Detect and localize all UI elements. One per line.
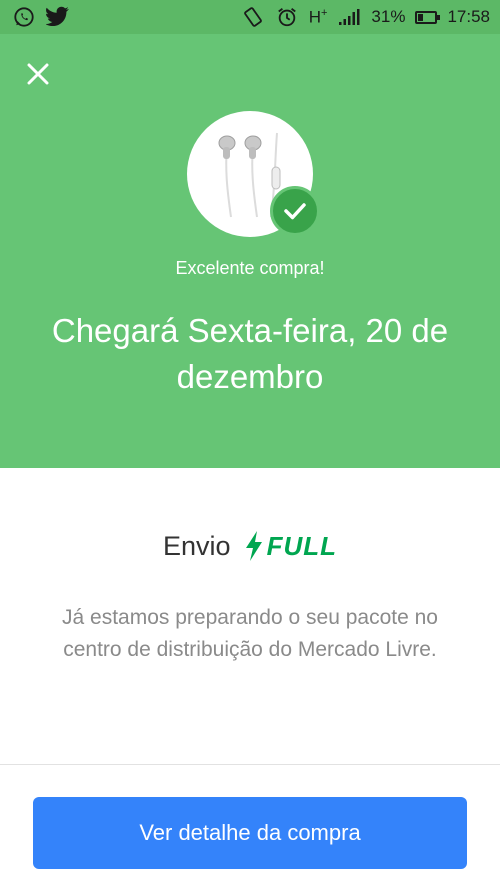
battery-percent: 31%: [371, 7, 406, 26]
full-logo: FULL: [243, 530, 337, 562]
battery-icon: [415, 10, 441, 24]
check-icon: [284, 203, 306, 220]
shipping-label: Envio: [163, 530, 231, 561]
signal-icon: [337, 5, 361, 29]
shipping-type: Envio FULL: [0, 530, 500, 562]
twitter-icon: [46, 5, 70, 29]
full-brand: FULL: [266, 530, 337, 561]
delivery-date-headline: Chegará Sexta-feira, 20 de dezembro: [51, 312, 449, 395]
success-badge: [270, 186, 320, 236]
clock: 17:58: [447, 7, 490, 26]
status-bar-right: H+ 31% 17:58: [241, 5, 490, 29]
status-bar: H+ 31% 17:58: [0, 0, 500, 34]
whatsapp-icon: [12, 5, 36, 29]
close-icon: [27, 63, 49, 85]
vibrate-icon: [241, 5, 265, 29]
battery-level: [418, 13, 424, 21]
network-type: H+: [308, 6, 328, 27]
purchase-subtitle: Excelente compra!: [175, 258, 325, 278]
divider: [0, 764, 500, 765]
status-bar-left: [12, 5, 70, 29]
shipping-description: Já estamos preparando o seu pacote no ce…: [62, 606, 438, 661]
confirmation-hero: Excelente compra! Chegará Sexta-feira, 2…: [0, 34, 500, 468]
close-button[interactable]: [22, 58, 54, 90]
lightning-icon: [245, 531, 262, 561]
alarm-icon: [275, 5, 299, 29]
view-purchase-details-button[interactable]: Ver detalhe da compra: [33, 797, 467, 869]
